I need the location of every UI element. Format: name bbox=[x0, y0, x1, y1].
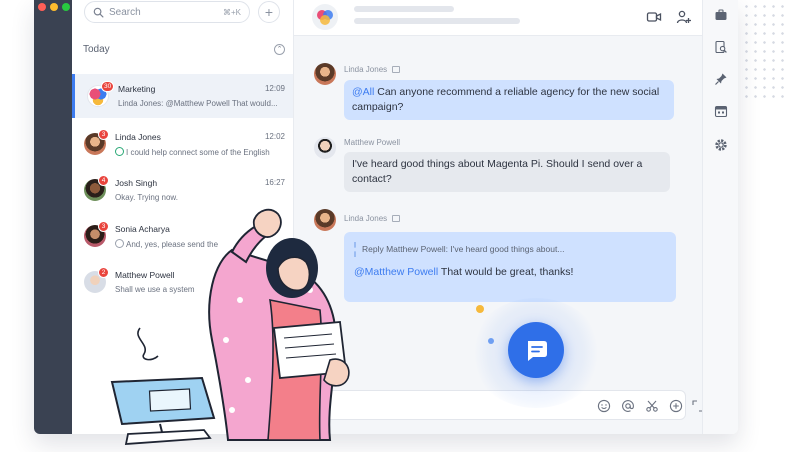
section-label-today: Today bbox=[83, 44, 110, 55]
decorative-dot bbox=[476, 305, 484, 313]
message-bubble: Reply Matthew Powell: I've heard good th… bbox=[344, 232, 676, 302]
right-toolbar bbox=[702, 0, 738, 434]
preview-text: I could help connect some of the English bbox=[126, 148, 270, 157]
conversation-time: 12:09 bbox=[264, 84, 285, 93]
sender-avatar bbox=[314, 209, 336, 231]
conversation-name: Sonia Acharya bbox=[115, 224, 170, 234]
reply-quote[interactable]: Reply Matthew Powell: I've heard good th… bbox=[354, 242, 668, 257]
stage: Search ⌘+K + Today ⌃ 30 Marketing 12:09 … bbox=[0, 0, 800, 452]
message-bubble: I've heard good things about Magenta Pi.… bbox=[344, 152, 670, 192]
read-check-icon bbox=[115, 147, 124, 156]
decorative-dot bbox=[488, 338, 494, 344]
chat-subtitle-placeholder bbox=[354, 18, 520, 24]
conversation-name: Marketing bbox=[118, 84, 156, 94]
minimize-window-button[interactable] bbox=[50, 3, 58, 11]
chat-header bbox=[294, 0, 720, 36]
search-document-icon[interactable] bbox=[714, 40, 728, 54]
note-icon bbox=[392, 66, 401, 73]
pin-icon[interactable] bbox=[714, 72, 728, 86]
plus-icon: + bbox=[264, 4, 274, 20]
pending-icon bbox=[115, 239, 124, 248]
scissors-icon[interactable] bbox=[645, 399, 659, 413]
mention[interactable]: @All bbox=[352, 86, 374, 98]
conversation-name: Linda Jones bbox=[115, 132, 161, 142]
conversation-item-sonia-acharya[interactable]: 3 Sonia Acharya And, yes, please send th… bbox=[72, 214, 293, 258]
conversation-sidebar: Search ⌘+K + Today ⌃ 30 Marketing 12:09 … bbox=[72, 0, 294, 434]
collapse-section-button[interactable]: ⌃ bbox=[274, 44, 285, 55]
sender-name: Linda Jones bbox=[344, 65, 388, 74]
sender-avatar bbox=[314, 63, 336, 85]
conversation-time: 12:02 bbox=[264, 132, 285, 141]
mention[interactable]: @Matthew Powell bbox=[354, 266, 438, 278]
decorative-dot-grid bbox=[742, 2, 790, 102]
chevron-up-icon: ⌃ bbox=[276, 46, 283, 53]
conversation-preview: Okay. Trying now. bbox=[115, 193, 178, 202]
search-placeholder: Search bbox=[109, 6, 141, 18]
app-rail bbox=[34, 0, 72, 434]
emoji-icon[interactable] bbox=[597, 399, 611, 413]
maximize-window-button[interactable] bbox=[62, 3, 70, 11]
unread-badge: 4 bbox=[98, 175, 109, 186]
conversation-item-josh-singh[interactable]: 4 Josh Singh 16:27 Okay. Trying now. bbox=[72, 168, 293, 212]
chat-title-placeholder bbox=[354, 6, 454, 12]
message-sender: Matthew Powell bbox=[344, 138, 400, 147]
group-logo-icon bbox=[317, 10, 333, 25]
conversation-preview: I could help connect some of the English bbox=[115, 147, 285, 157]
add-icon[interactable] bbox=[669, 399, 683, 413]
window-controls bbox=[38, 3, 70, 11]
conversation-preview: Linda Jones: @Matthew Powell That would.… bbox=[118, 99, 278, 108]
chat-group-avatar bbox=[312, 4, 338, 30]
conversation-preview: Shall we use a system bbox=[115, 285, 195, 294]
note-icon bbox=[392, 215, 401, 222]
conversation-name: Matthew Powell bbox=[115, 270, 175, 280]
video-icon[interactable] bbox=[646, 9, 662, 25]
calendar-icon[interactable] bbox=[714, 104, 728, 118]
message-bubble: @All Can anyone recommend a reliable age… bbox=[344, 80, 674, 120]
chat-fab-button[interactable] bbox=[508, 322, 564, 378]
message-text: Can anyone recommend a reliable agency f… bbox=[352, 86, 660, 113]
sender-name: Linda Jones bbox=[344, 214, 388, 223]
sender-avatar bbox=[314, 137, 336, 159]
unread-badge: 30 bbox=[101, 81, 115, 92]
add-user-icon[interactable] bbox=[676, 9, 692, 25]
conversation-name: Josh Singh bbox=[115, 178, 158, 188]
search-shortcut: ⌘+K bbox=[222, 7, 241, 17]
message-sender: Linda Jones bbox=[344, 65, 401, 74]
conversation-item-linda-jones[interactable]: 3 Linda Jones 12:02 I could help connect… bbox=[72, 122, 293, 166]
conversation-time: 16:27 bbox=[264, 178, 285, 187]
conversation-item-matthew-powell[interactable]: 2 Matthew Powell Shall we use a system bbox=[72, 260, 293, 304]
new-conversation-button[interactable]: + bbox=[258, 1, 280, 23]
sender-name: Matthew Powell bbox=[344, 138, 401, 147]
conversation-preview: And, yes, please send the bbox=[115, 239, 285, 249]
settings-icon[interactable] bbox=[714, 138, 728, 152]
app-window: Search ⌘+K + Today ⌃ 30 Marketing 12:09 … bbox=[34, 0, 738, 434]
conversation-item-marketing[interactable]: 30 Marketing 12:09 Linda Jones: @Matthew… bbox=[72, 74, 293, 118]
message-sender: Linda Jones bbox=[344, 214, 401, 223]
briefcase-icon[interactable] bbox=[714, 8, 728, 22]
preview-text: And, yes, please send the bbox=[126, 240, 219, 249]
search-icon bbox=[93, 7, 104, 17]
message-text: I've heard good things about Magenta Pi.… bbox=[352, 158, 643, 185]
mention-icon[interactable] bbox=[621, 399, 635, 413]
chat-bubble-icon bbox=[528, 341, 547, 361]
close-window-button[interactable] bbox=[38, 3, 46, 11]
unread-badge: 2 bbox=[98, 267, 109, 278]
unread-badge: 3 bbox=[98, 221, 109, 232]
message-text: That would be great, thanks! bbox=[438, 266, 574, 278]
search-input[interactable]: Search ⌘+K bbox=[84, 1, 250, 23]
unread-badge: 3 bbox=[98, 129, 109, 140]
